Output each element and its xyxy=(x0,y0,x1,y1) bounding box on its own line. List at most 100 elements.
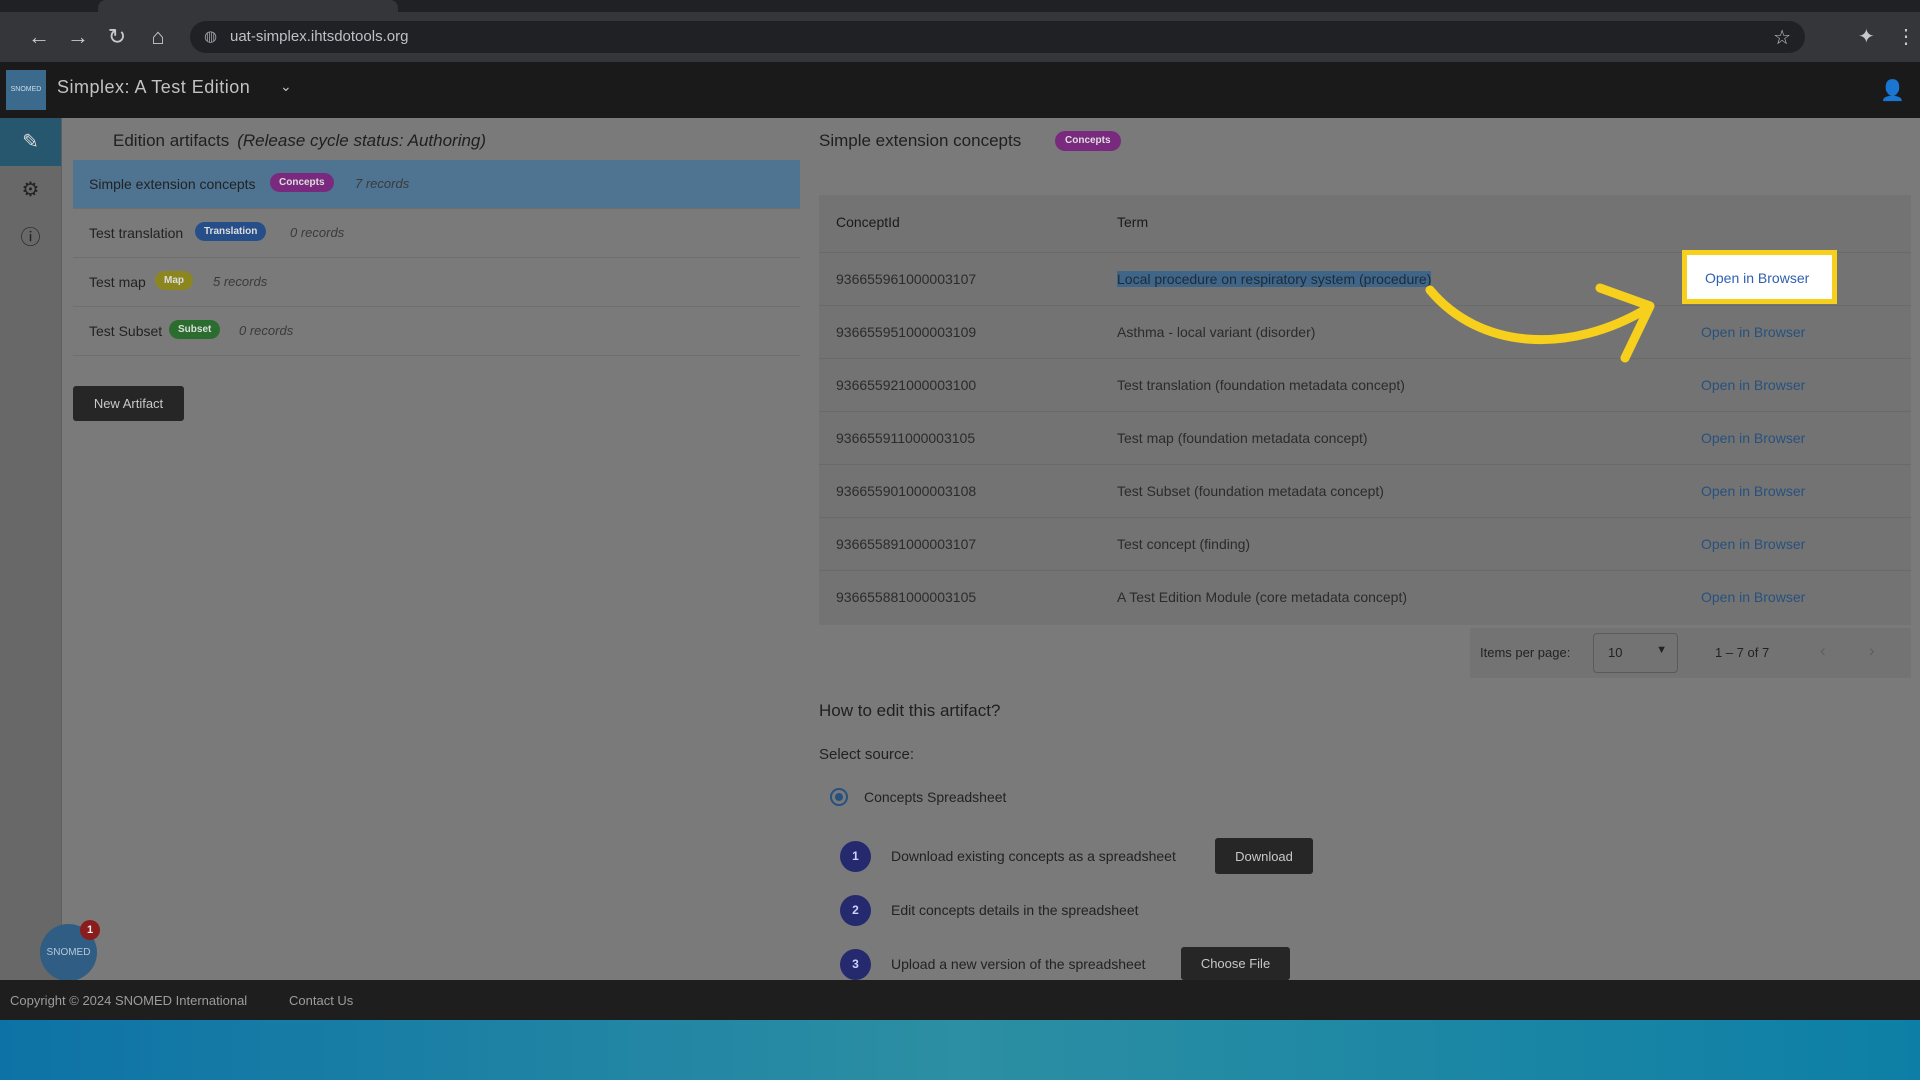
items-per-page-select[interactable]: 10 ▼ xyxy=(1593,633,1678,673)
bookmark-star-icon[interactable]: ☆ xyxy=(1773,25,1791,50)
back-icon[interactable]: ← xyxy=(26,24,52,50)
url-text: uat-simplex.ihtsdotools.org xyxy=(230,28,409,45)
open-in-browser-link[interactable]: Open in Browser xyxy=(1701,589,1805,605)
previous-page-icon[interactable]: ‹ xyxy=(1820,641,1826,661)
artifact-count: 0 records xyxy=(239,323,294,338)
step-number: 2 xyxy=(840,895,871,926)
user-account-icon[interactable]: 👤 xyxy=(1880,78,1905,102)
concept-id: 936655911000003105 xyxy=(836,430,976,446)
home-icon[interactable]: ⌂ xyxy=(145,24,171,50)
items-per-page-value: 10 xyxy=(1608,645,1623,660)
step-number: 1 xyxy=(840,841,871,872)
release-status: (Release cycle status: Authoring) xyxy=(237,131,487,150)
artifact-name: Simple extension concepts xyxy=(89,176,256,192)
caret-down-icon: ▼ xyxy=(1656,644,1667,656)
concept-term: Test concept (finding) xyxy=(1117,536,1251,552)
edit-pencil-icon[interactable]: ✎ xyxy=(0,118,61,166)
column-header-term[interactable]: Term xyxy=(1117,214,1148,230)
concepts-badge: Concepts xyxy=(270,173,334,192)
artifact-row-test-translation[interactable]: Test translation Translation 0 records xyxy=(73,209,800,258)
artifact-name: Test translation xyxy=(89,225,184,241)
concept-term: A Test Edition Module (core metadata con… xyxy=(1117,589,1408,605)
artifact-row-simple-extension-concepts[interactable]: Simple extension concepts Concepts 7 rec… xyxy=(73,160,800,209)
radio-label[interactable]: Concepts Spreadsheet xyxy=(864,789,1006,805)
footer: Copyright © 2024 SNOMED International Co… xyxy=(0,980,1920,1020)
concept-term: Local procedure on respiratory system (p… xyxy=(1117,271,1432,287)
open-in-browser-link[interactable]: Open in Browser xyxy=(1701,430,1805,446)
choose-file-button[interactable]: Choose File xyxy=(1181,947,1290,980)
table-row: 936655921000003100 Test translation (fou… xyxy=(819,358,1911,412)
open-in-browser-link-highlighted[interactable]: Open in Browser xyxy=(1682,250,1837,304)
panel-title: Edition artifacts xyxy=(113,131,230,150)
side-rail: ✎ ⚙ ⓘ xyxy=(0,118,62,980)
table-row: 936655951000003109 Asthma - local varian… xyxy=(819,305,1911,359)
open-in-browser-link[interactable]: Open in Browser xyxy=(1701,377,1805,393)
table-row: 936655881000003105 A Test Edition Module… xyxy=(819,570,1911,624)
artifact-count: 5 records xyxy=(213,274,268,289)
subset-badge: Subset xyxy=(169,320,221,339)
edition-selector[interactable]: Simplex: A Test Edition xyxy=(57,77,250,98)
concept-id: 936655961000003107 xyxy=(836,271,977,287)
artifact-row-test-map[interactable]: Test map Map 5 records xyxy=(73,258,800,307)
concepts-badge: Concepts xyxy=(1055,131,1121,151)
new-artifact-button[interactable]: New Artifact xyxy=(73,386,184,421)
concept-term: Test map (foundation metadata concept) xyxy=(1117,430,1368,446)
concept-term: Test translation (foundation metadata co… xyxy=(1117,377,1405,393)
forward-icon[interactable]: → xyxy=(65,24,91,50)
browser-tab-strip xyxy=(0,0,1920,12)
artifact-row-test-subset[interactable]: Test Subset Subset 0 records xyxy=(73,307,800,356)
table-row: 936655901000003108 Test Subset (foundati… xyxy=(819,464,1911,518)
concept-id: 936655921000003100 xyxy=(836,377,977,393)
browser-menu-icon[interactable]: ⋮ xyxy=(1896,24,1916,49)
extensions-icon[interactable]: ✦ xyxy=(1858,24,1875,49)
contact-us-link[interactable]: Contact Us xyxy=(289,993,353,1008)
artifact-name: Test map xyxy=(89,274,146,290)
concept-id: 936655881000003105 xyxy=(836,589,977,605)
map-badge: Map xyxy=(155,271,193,290)
site-info-icon[interactable]: ◍ xyxy=(204,28,222,46)
column-header-conceptid[interactable]: ConceptId xyxy=(836,214,900,230)
browser-toolbar: ← → ↻ ⌂ ◍ uat-simplex.ihtsdotools.org ☆ … xyxy=(0,12,1920,62)
artifact-count: 0 records xyxy=(290,225,345,240)
browser-tab[interactable] xyxy=(98,0,398,12)
concept-id: 936655901000003108 xyxy=(836,483,977,499)
edition-artifacts-title: Edition artifacts (Release cycle status: … xyxy=(113,131,486,151)
artifact-name: Test Subset xyxy=(89,323,163,339)
open-in-browser-link[interactable]: Open in Browser xyxy=(1701,483,1805,499)
translation-badge: Translation xyxy=(195,222,267,241)
items-per-page-label: Items per page: xyxy=(1480,645,1571,660)
paginator: Items per page: 10 ▼ 1 – 7 of 7 ‹ › xyxy=(1470,628,1911,678)
info-icon[interactable]: ⓘ xyxy=(0,214,61,262)
edit-section-title: How to edit this artifact? xyxy=(819,701,1001,720)
select-source-label: Select source: xyxy=(819,746,915,763)
gear-icon[interactable]: ⚙ xyxy=(0,166,61,214)
reload-icon[interactable]: ↻ xyxy=(104,24,130,50)
open-in-browser-link[interactable]: Open in Browser xyxy=(1701,536,1805,552)
step-text: Download existing concepts as a spreadsh… xyxy=(891,848,1176,864)
table-row: 936655891000003107 Test concept (finding… xyxy=(819,517,1911,571)
concept-id: 936655891000003107 xyxy=(836,536,977,552)
step-text: Upload a new version of the spreadsheet xyxy=(891,956,1146,972)
download-button[interactable]: Download xyxy=(1215,838,1313,874)
concept-term: Asthma - local variant (disorder) xyxy=(1117,324,1316,340)
page-range: 1 – 7 of 7 xyxy=(1715,645,1770,660)
step-text: Edit concepts details in the spreadsheet xyxy=(891,902,1139,918)
open-in-browser-link[interactable]: Open in Browser xyxy=(1701,324,1805,340)
desktop-background xyxy=(0,1020,1920,1080)
concepts-spreadsheet-radio[interactable] xyxy=(830,788,848,806)
callout-arrow xyxy=(1425,283,1655,363)
open-in-browser-label: Open in Browser xyxy=(1705,270,1810,286)
app-header: SNOMED Simplex: A Test Edition ⌄ 👤 xyxy=(0,62,1920,118)
chevron-down-icon[interactable]: ⌄ xyxy=(280,78,292,95)
concept-term: Test Subset (foundation metadata concept… xyxy=(1117,483,1384,499)
table-row: 936655911000003105 Test map (foundation … xyxy=(819,411,1911,465)
copyright-text: Copyright © 2024 SNOMED International xyxy=(10,993,248,1008)
artifact-count: 7 records xyxy=(355,176,410,191)
concept-id: 936655951000003109 xyxy=(836,324,977,340)
next-page-icon[interactable]: › xyxy=(1869,641,1875,661)
step-number: 3 xyxy=(840,949,871,980)
address-bar[interactable]: ◍ uat-simplex.ihtsdotools.org ☆ xyxy=(190,21,1805,53)
snomed-logo[interactable]: SNOMED xyxy=(6,70,46,110)
artifact-title: Simple extension concepts xyxy=(819,131,1022,150)
notification-count-badge: 1 xyxy=(80,920,100,940)
